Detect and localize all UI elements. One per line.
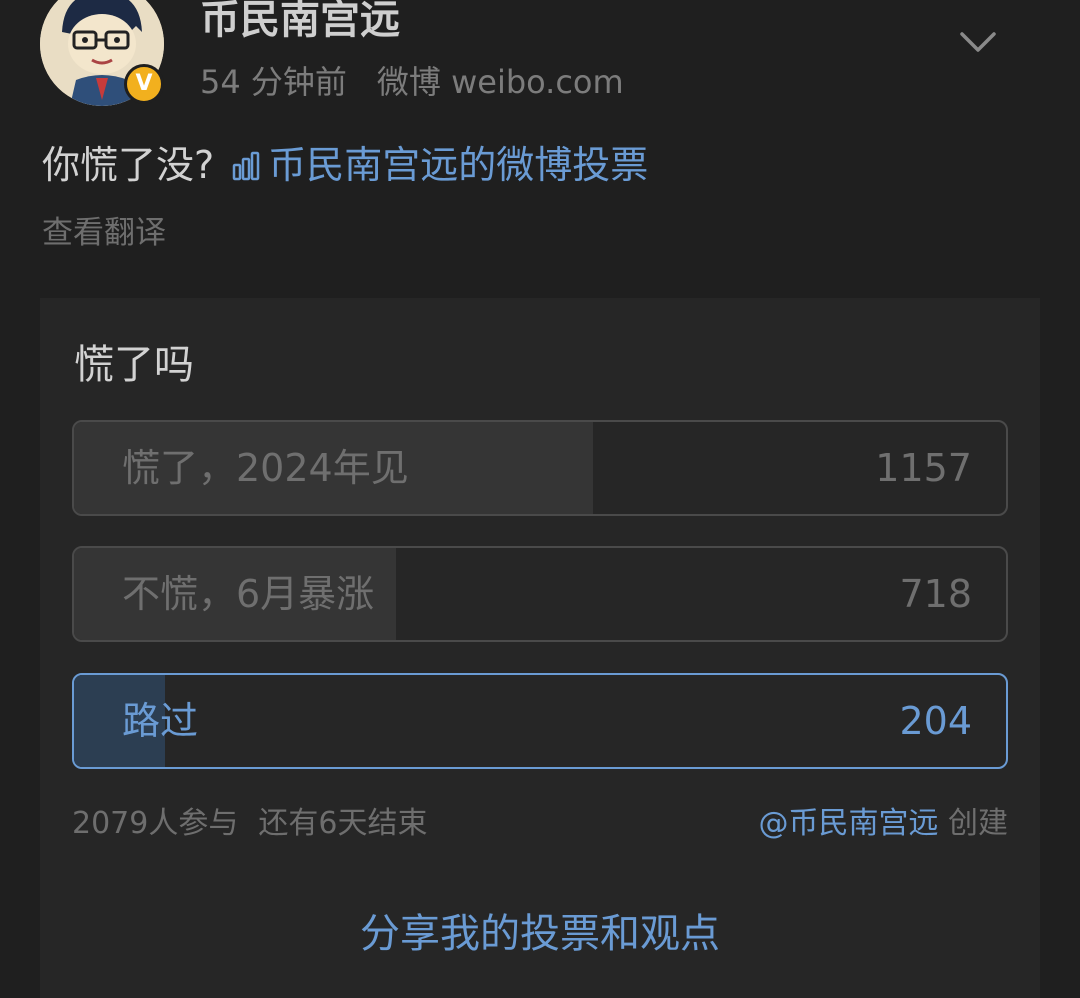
- creator-suffix: 创建: [948, 806, 1008, 841]
- poll-option-3[interactable]: 路过 204: [72, 673, 1008, 769]
- translate-link[interactable]: 查看翻译: [42, 212, 166, 254]
- poll-option-label: 路过: [122, 699, 199, 743]
- poll-option-count: 204: [899, 699, 972, 743]
- chevron-down-icon[interactable]: [958, 26, 998, 58]
- post-source: 微博 weibo.com: [376, 63, 624, 101]
- verified-badge-icon: V: [124, 64, 164, 104]
- post-text: 你慌了没? 币民南宫远的微博投票: [42, 140, 648, 190]
- poll-option-count: 718: [899, 572, 972, 616]
- poll-option-label: 不慌，6月暴涨: [122, 572, 375, 616]
- share-vote-button[interactable]: 分享我的投票和观点: [40, 906, 1040, 962]
- poll-participants: 2079人参与: [72, 806, 239, 841]
- bar-chart-icon: [233, 151, 260, 181]
- poll-card: [40, 298, 1040, 998]
- author-name[interactable]: 币民南宫远: [200, 0, 400, 46]
- poll-question: 慌了吗: [74, 342, 194, 388]
- creator-handle[interactable]: @币民南宫远: [758, 806, 938, 841]
- poll-option-2[interactable]: 不慌，6月暴涨 718: [72, 546, 1008, 642]
- poll-option-label: 慌了，2024年见: [122, 446, 409, 490]
- poll-stats: 2079人参与 还有6天结束: [72, 804, 427, 844]
- poll-creator: @币民南宫远 创建: [758, 804, 1008, 844]
- poll-option-1[interactable]: 慌了，2024年见 1157: [72, 420, 1008, 516]
- poll-option-count: 1157: [875, 446, 972, 490]
- poll-link[interactable]: 币民南宫远的微博投票: [226, 143, 648, 187]
- post-text-body: 你慌了没?: [42, 143, 215, 187]
- poll-link-label: 币民南宫远的微博投票: [268, 143, 649, 187]
- poll-remaining: 还有6天结束: [258, 806, 428, 841]
- post-meta: 54 分钟前 微博 weibo.com: [200, 60, 624, 104]
- post-time: 54 分钟前: [200, 63, 347, 101]
